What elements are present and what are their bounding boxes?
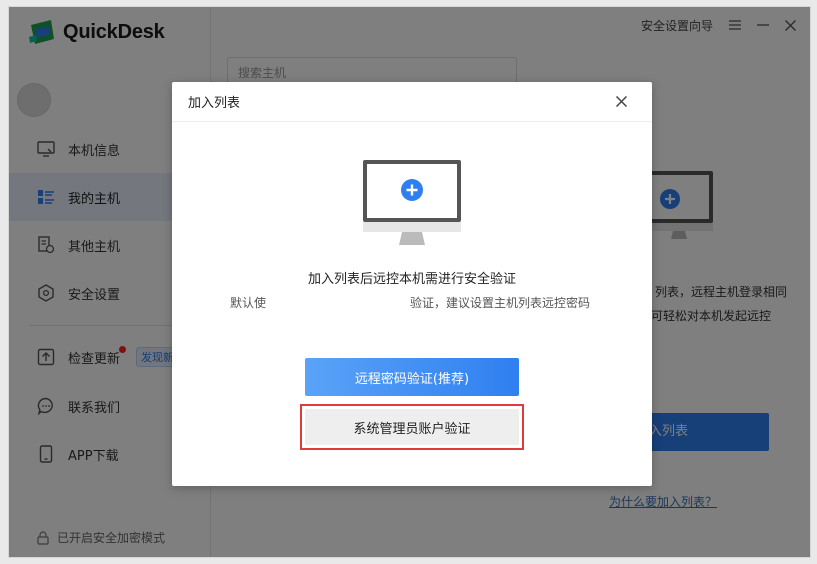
dialog-subtext-left: 默认使 [230, 296, 267, 310]
add-to-list-dialog: 加入列表 加入列表后远控本机需进行安全验证 默认使 验证，建议设置主机列表远控密… [172, 82, 652, 486]
admin-account-verify-button[interactable]: 系统管理员账户验证 [305, 409, 519, 445]
remote-password-verify-button[interactable]: 远程密码验证(推荐) [305, 358, 519, 396]
dialog-close-icon[interactable] [614, 95, 628, 109]
dialog-heading: 加入列表后远控本机需进行安全验证 [307, 272, 516, 287]
dialog-subtext-right: 验证，建议设置主机列表远控密码 [410, 296, 591, 310]
dialog-header: 加入列表 [172, 82, 652, 122]
dialog-title: 加入列表 [188, 96, 241, 111]
add-monitor-icon [362, 159, 462, 251]
highlight-box: 系统管理员账户验证 [300, 404, 524, 450]
app-window: QuickDesk 本机信息 我的主机 其他主机 安全设置 [8, 6, 811, 558]
